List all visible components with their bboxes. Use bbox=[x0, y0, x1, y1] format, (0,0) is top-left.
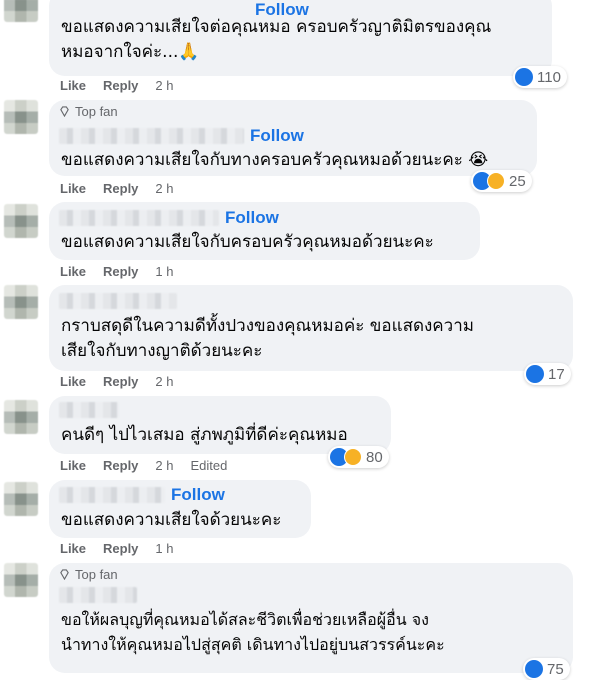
comment-bubble: Follow ขอแสดงความเสียใจด้วยนะคะ bbox=[49, 480, 311, 538]
reaction-count: 75 bbox=[547, 660, 564, 678]
avatar[interactable] bbox=[4, 285, 38, 319]
avatar[interactable] bbox=[4, 482, 38, 516]
reply-button[interactable]: Reply bbox=[103, 541, 138, 556]
comment-actions: Like Reply 2 h Edited bbox=[60, 458, 227, 473]
reaction-count: 17 bbox=[548, 365, 565, 383]
timestamp[interactable]: 1 h bbox=[155, 264, 173, 279]
top-fan-badge: Top fan bbox=[59, 567, 118, 582]
comment-bubble: Follow ขอแสดงความเสียใจต่อคุณหมอ ครอบครั… bbox=[49, 0, 552, 76]
reaction-summary[interactable]: 80 bbox=[328, 446, 389, 468]
commenter-name[interactable] bbox=[59, 293, 177, 309]
diamond-icon bbox=[60, 106, 69, 117]
comment-bubble: Top fan ขอให้ผลบุญที่คุณหมอได้สละชีวิตเพ… bbox=[49, 563, 573, 673]
comment-text: ขอแสดงความเสียใจต่อคุณหมอ ครอบครัวญาติมิ… bbox=[61, 17, 492, 62]
follow-link[interactable]: Follow bbox=[171, 485, 225, 505]
sad-icon bbox=[487, 172, 505, 190]
reaction-count: 25 bbox=[509, 172, 526, 190]
reaction-count: 80 bbox=[366, 448, 383, 466]
timestamp[interactable]: 2 h bbox=[155, 78, 173, 93]
comment-bubble: กราบสดุดีในความดีทั้งปวงของคุณหมอค่ะ ขอแ… bbox=[49, 285, 573, 371]
diamond-icon bbox=[60, 569, 69, 580]
like-button[interactable]: Like bbox=[60, 264, 86, 279]
reply-button[interactable]: Reply bbox=[103, 374, 138, 389]
reaction-summary[interactable]: 110 bbox=[513, 66, 567, 88]
comment-actions: Like Reply 2 h bbox=[60, 78, 174, 93]
timestamp[interactable]: 2 h bbox=[155, 181, 173, 196]
like-button[interactable]: Like bbox=[60, 78, 86, 93]
like-button[interactable]: Like bbox=[60, 181, 86, 196]
reaction-summary[interactable]: 17 bbox=[524, 363, 571, 385]
avatar[interactable] bbox=[4, 563, 38, 597]
comment-actions: Like Reply 2 h bbox=[60, 374, 174, 389]
comment-actions: Like Reply 1 h bbox=[60, 541, 174, 556]
follow-link[interactable]: Follow bbox=[225, 208, 279, 228]
like-icon bbox=[525, 660, 543, 678]
edited-label: Edited bbox=[190, 458, 228, 473]
like-button[interactable]: Like bbox=[60, 541, 86, 556]
reaction-count: 110 bbox=[537, 68, 561, 86]
like-icon bbox=[515, 68, 533, 86]
avatar[interactable] bbox=[4, 100, 38, 134]
avatar[interactable] bbox=[4, 204, 38, 238]
sad-icon bbox=[344, 448, 362, 466]
comment-text: ขอแสดงความเสียใจด้วยนะคะ bbox=[61, 510, 282, 530]
commenter-name[interactable] bbox=[59, 487, 165, 503]
reply-button[interactable]: Reply bbox=[103, 264, 138, 279]
comment-text: ขอแสดงความเสียใจกับครอบครัวคุณหมอด้วยนะค… bbox=[61, 232, 434, 252]
avatar[interactable] bbox=[4, 0, 38, 22]
comment-text: ขอแสดงความเสียใจกับทางครอบครัวคุณหมอด้วย… bbox=[61, 150, 489, 170]
timestamp[interactable]: 2 h bbox=[155, 458, 173, 473]
like-button[interactable]: Like bbox=[60, 374, 86, 389]
timestamp[interactable]: 1 h bbox=[155, 541, 173, 556]
comment-actions: Like Reply 1 h bbox=[60, 264, 174, 279]
comment-bubble: Follow ขอแสดงความเสียใจกับครอบครัวคุณหมอ… bbox=[49, 202, 480, 260]
like-button[interactable]: Like bbox=[60, 458, 86, 473]
reply-button[interactable]: Reply bbox=[103, 458, 138, 473]
reaction-summary[interactable]: 25 bbox=[471, 170, 532, 192]
commenter-name[interactable] bbox=[59, 587, 137, 603]
follow-link[interactable]: Follow bbox=[250, 126, 304, 146]
commenter-name[interactable] bbox=[59, 402, 119, 418]
top-fan-badge: Top fan bbox=[59, 104, 118, 119]
comment-actions: Like Reply 2 h bbox=[60, 181, 174, 196]
commenter-name[interactable] bbox=[59, 210, 219, 226]
commenter-name[interactable] bbox=[59, 128, 244, 144]
timestamp[interactable]: 2 h bbox=[155, 374, 173, 389]
comment-bubble: Top fan Follow ขอแสดงความเสียใจกับทางครอ… bbox=[49, 100, 537, 176]
reply-button[interactable]: Reply bbox=[103, 181, 138, 196]
comment-text: คนดีๆ ไปไวเสมอ สู่ภพภูมิที่ดีค่ะคุณหมอ bbox=[61, 425, 348, 445]
reply-button[interactable]: Reply bbox=[103, 78, 138, 93]
comment-text: กราบสดุดีในความดีทั้งปวงของคุณหมอค่ะ ขอแ… bbox=[61, 316, 474, 361]
comment-text: ขอให้ผลบุญที่คุณหมอได้สละชีวิตเพื่อช่วยเ… bbox=[61, 610, 445, 654]
like-icon bbox=[526, 365, 544, 383]
avatar[interactable] bbox=[4, 400, 38, 434]
reaction-summary[interactable]: 75 bbox=[523, 658, 570, 680]
